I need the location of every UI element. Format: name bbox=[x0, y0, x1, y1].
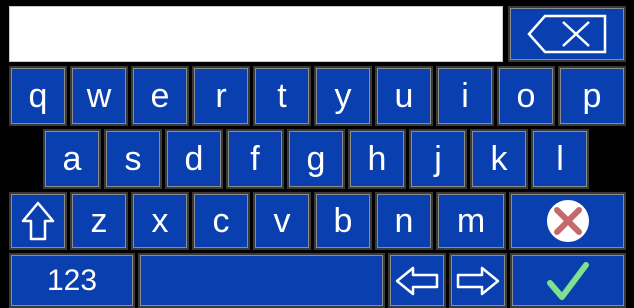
cancel-key[interactable] bbox=[509, 192, 626, 250]
key-label: a bbox=[62, 140, 82, 178]
key-label: q bbox=[28, 77, 48, 115]
key-label: u bbox=[394, 77, 414, 115]
key-label: r bbox=[215, 77, 227, 115]
key-label: k bbox=[490, 140, 508, 178]
keyboard-panel: q w e r t y u i o p a s d f g h j k l z … bbox=[0, 0, 634, 308]
text-input[interactable] bbox=[9, 6, 503, 62]
key-label: j bbox=[434, 140, 442, 178]
cancel-icon bbox=[546, 200, 589, 242]
key-g[interactable]: g bbox=[287, 129, 345, 189]
key-a[interactable]: a bbox=[43, 129, 101, 189]
key-label: e bbox=[150, 77, 170, 115]
key-label: h bbox=[367, 140, 387, 178]
key-label: z bbox=[90, 202, 108, 240]
key-i[interactable]: i bbox=[436, 66, 494, 126]
key-label: s bbox=[124, 140, 142, 178]
backspace-icon bbox=[527, 14, 607, 54]
key-h[interactable]: h bbox=[348, 129, 406, 189]
key-label: n bbox=[394, 202, 414, 240]
key-label: l bbox=[556, 140, 564, 178]
confirm-key[interactable] bbox=[510, 253, 626, 308]
key-y[interactable]: y bbox=[314, 66, 372, 126]
key-m[interactable]: m bbox=[436, 192, 506, 250]
key-e[interactable]: e bbox=[131, 66, 189, 126]
key-label: t bbox=[277, 77, 287, 115]
key-o[interactable]: o bbox=[497, 66, 555, 126]
shift-key[interactable] bbox=[9, 192, 67, 250]
key-label: i bbox=[461, 77, 469, 115]
key-label: v bbox=[273, 202, 291, 240]
key-f[interactable]: f bbox=[226, 129, 284, 189]
numbers-key-label: 123 bbox=[46, 263, 98, 297]
key-s[interactable]: s bbox=[104, 129, 162, 189]
key-d[interactable]: d bbox=[165, 129, 223, 189]
key-k[interactable]: k bbox=[470, 129, 528, 189]
checkmark-icon bbox=[547, 261, 589, 300]
key-r[interactable]: r bbox=[192, 66, 250, 126]
key-z[interactable]: z bbox=[70, 192, 128, 250]
numbers-key[interactable]: 123 bbox=[9, 253, 135, 308]
key-label: f bbox=[250, 140, 260, 178]
key-label: y bbox=[334, 77, 352, 115]
right-arrow-key[interactable] bbox=[449, 253, 507, 308]
key-label: x bbox=[151, 202, 169, 240]
key-t[interactable]: t bbox=[253, 66, 311, 126]
key-q[interactable]: q bbox=[9, 66, 67, 126]
key-x[interactable]: x bbox=[131, 192, 189, 250]
key-label: o bbox=[516, 77, 536, 115]
left-arrow-icon bbox=[395, 266, 439, 295]
key-v[interactable]: v bbox=[253, 192, 311, 250]
key-label: m bbox=[456, 202, 486, 240]
space-key[interactable] bbox=[138, 253, 385, 308]
shift-icon bbox=[21, 201, 55, 241]
key-label: g bbox=[306, 140, 326, 178]
left-arrow-key[interactable] bbox=[388, 253, 446, 308]
key-u[interactable]: u bbox=[375, 66, 433, 126]
key-n[interactable]: n bbox=[375, 192, 433, 250]
key-c[interactable]: c bbox=[192, 192, 250, 250]
key-label: w bbox=[86, 77, 112, 115]
key-label: c bbox=[212, 202, 230, 240]
key-label: b bbox=[333, 202, 353, 240]
key-label: d bbox=[184, 140, 204, 178]
key-l[interactable]: l bbox=[531, 129, 589, 189]
key-label: p bbox=[582, 77, 602, 115]
key-p[interactable]: p bbox=[558, 66, 626, 126]
backspace-key[interactable] bbox=[508, 6, 626, 62]
key-j[interactable]: j bbox=[409, 129, 467, 189]
key-b[interactable]: b bbox=[314, 192, 372, 250]
key-w[interactable]: w bbox=[70, 66, 128, 126]
right-arrow-icon bbox=[456, 266, 500, 295]
